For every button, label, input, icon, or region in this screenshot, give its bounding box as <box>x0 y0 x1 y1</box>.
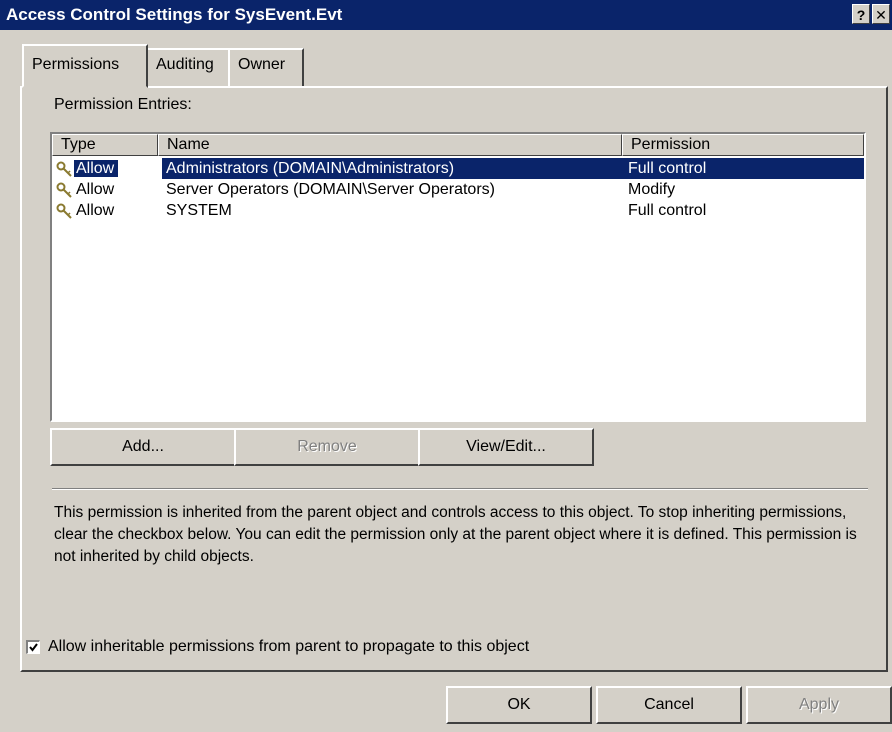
key-icon <box>56 203 72 219</box>
entry-permission: Modify <box>628 181 676 198</box>
title-bar[interactable]: Access Control Settings for SysEvent.Evt… <box>0 0 892 30</box>
inheritance-description: This permission is inherited from the pa… <box>54 504 857 565</box>
tab-permissions[interactable]: Permissions <box>22 44 148 88</box>
apply-button[interactable]: Apply <box>746 686 892 724</box>
access-control-dialog: Access Control Settings for SysEvent.Evt… <box>0 0 892 732</box>
add-button[interactable]: Add... <box>50 428 236 466</box>
inherit-checkbox[interactable] <box>26 640 40 654</box>
entry-name: Server Operators (DOMAIN\Server Operator… <box>166 181 495 198</box>
entry-permission: Full control <box>628 202 707 219</box>
entry-type: Allow <box>56 158 119 179</box>
help-button[interactable]: ? <box>852 4 870 24</box>
inherit-checkbox-label: Allow inheritable permissions from paren… <box>48 638 530 655</box>
column-header-type[interactable]: Type <box>52 134 158 156</box>
cancel-button[interactable]: Cancel <box>596 686 742 724</box>
remove-button[interactable]: Remove <box>234 428 420 466</box>
column-header-permission[interactable]: Permission <box>622 134 864 156</box>
key-icon <box>56 182 72 198</box>
close-button[interactable]: ✕ <box>872 4 890 24</box>
separator <box>52 488 868 490</box>
entry-name: SYSTEM <box>166 202 232 219</box>
list-item[interactable]: Allow SYSTEM Full control <box>52 200 864 221</box>
tab-owner[interactable]: Owner <box>228 48 304 86</box>
column-header-name[interactable]: Name <box>158 134 622 156</box>
entry-permission: Full control <box>622 158 864 179</box>
ok-button[interactable]: OK <box>446 686 592 724</box>
key-icon <box>56 161 72 177</box>
entry-name: Administrators (DOMAIN\Administrators) <box>162 158 622 179</box>
list-item[interactable]: Allow Administrators (DOMAIN\Administrat… <box>52 158 864 179</box>
entry-type: Allow <box>56 179 114 200</box>
checkmark-icon <box>29 643 38 652</box>
entry-type: Allow <box>56 200 114 221</box>
permission-entries-label: Permission Entries: <box>54 96 192 113</box>
list-header: Type Name Permission <box>52 134 864 156</box>
permissions-panel: Permission Entries: Type Name Permission… <box>20 86 888 672</box>
list-item[interactable]: Allow Server Operators (DOMAIN\Server Op… <box>52 179 864 200</box>
permission-entries-list[interactable]: Type Name Permission Allow Administrator… <box>50 132 866 422</box>
tab-auditing[interactable]: Auditing <box>146 48 230 86</box>
view-edit-button[interactable]: View/Edit... <box>418 428 594 466</box>
window-title: Access Control Settings for SysEvent.Evt <box>6 5 343 24</box>
